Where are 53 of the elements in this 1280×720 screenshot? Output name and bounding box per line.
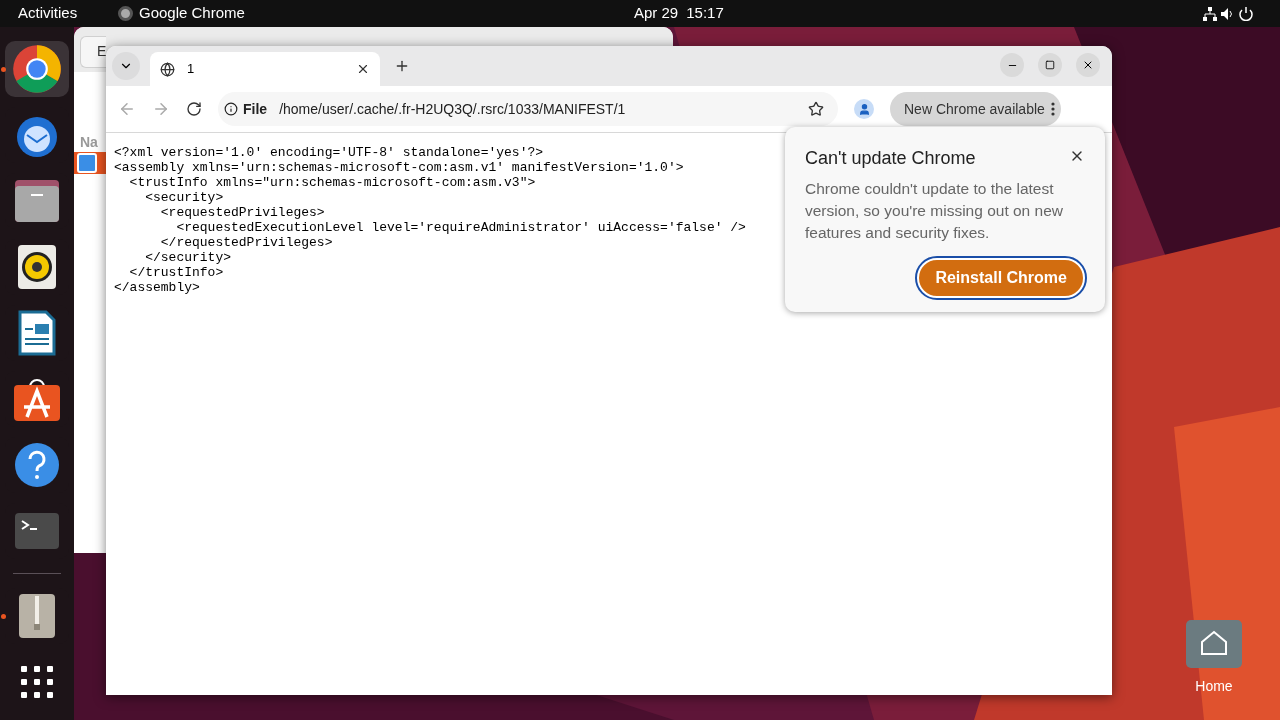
code-line: </assembly> [114,280,200,295]
power-icon[interactable] [1238,6,1254,21]
app-grid-icon [21,666,53,698]
close-button[interactable] [1076,53,1100,77]
reinstall-button[interactable]: Reinstall Chrome [917,258,1085,298]
browser-tab[interactable]: 1 [150,52,380,86]
app-icon [118,6,133,21]
info-icon [224,102,238,116]
globe-icon [160,61,175,77]
help-icon [14,442,60,488]
zip-archive-icon [19,594,55,638]
close-icon [1082,59,1094,71]
clock[interactable]: Apr 29 15:17 [634,2,724,25]
gear-icon [77,153,97,173]
toolbar-button[interactable]: E [80,35,106,68]
selected-row[interactable] [74,152,106,174]
code-line: <requestedPrivileges> [159,205,325,220]
maximize-icon [1045,60,1055,70]
shopping-bag-icon [14,377,60,421]
code-line: <trustInfo xmlns="urn:schemas-microsoft-com:asm.v3"> [128,175,536,190]
update-chip[interactable]: New Chrome available [890,92,1061,126]
new-tab-icon[interactable] [394,58,410,74]
chrome-icon [11,43,63,95]
activities-button[interactable]: Activities [18,2,118,25]
running-indicator [1,66,6,72]
popup-title: Can't update Chrome [805,147,976,170]
bookmark-star-icon[interactable] [808,101,824,117]
menu-icon [1050,102,1055,116]
speaker-icon [18,245,56,289]
reload-icon[interactable] [186,101,202,117]
folder-icon [15,180,59,222]
network-icon[interactable] [1202,6,1218,21]
home-folder-icon[interactable] [1186,620,1242,668]
url-text: /home/user/.cache/.fr-H2UQ3Q/.rsrc/1033/MANIFEST/1 [279,99,626,119]
popup-message: Chrome couldn't update to the latest version, so you're missing out on new features and security fixes. [805,179,1064,243]
dock-item[interactable] [5,41,69,97]
code-line: <requestedExecutionLevel level='requireAdministrator' uiAccess='false' /> [175,220,746,235]
document-icon [18,310,56,356]
code-line: <security> [144,190,224,205]
running-indicator [1,613,6,619]
address-bar[interactable]: File /home/user/.cache/.fr-H2UQ3Q/.rsrc/1033/MANIFEST/1 [218,92,838,126]
terminal-icon [15,513,59,549]
code-line: <assembly xmlns='urn:schemas-microsoft-com:asm.v1' manifestVersion='1.0'> [114,160,684,175]
code-line: </trustInfo> [128,265,224,280]
app-menu[interactable]: Google Chrome [139,2,245,25]
code-line: <?xml version='1.0' encoding='UTF-8' standalone='yes'?> [114,145,544,160]
desktop-icon-label: Home [1195,677,1233,696]
code-line: </requestedPrivileges> [159,235,333,250]
code-line: </security> [144,250,232,265]
maximize-button[interactable] [1038,53,1062,77]
site-info-chip[interactable]: File [224,98,268,120]
close-icon [356,62,370,76]
profile-icon[interactable] [854,99,874,119]
